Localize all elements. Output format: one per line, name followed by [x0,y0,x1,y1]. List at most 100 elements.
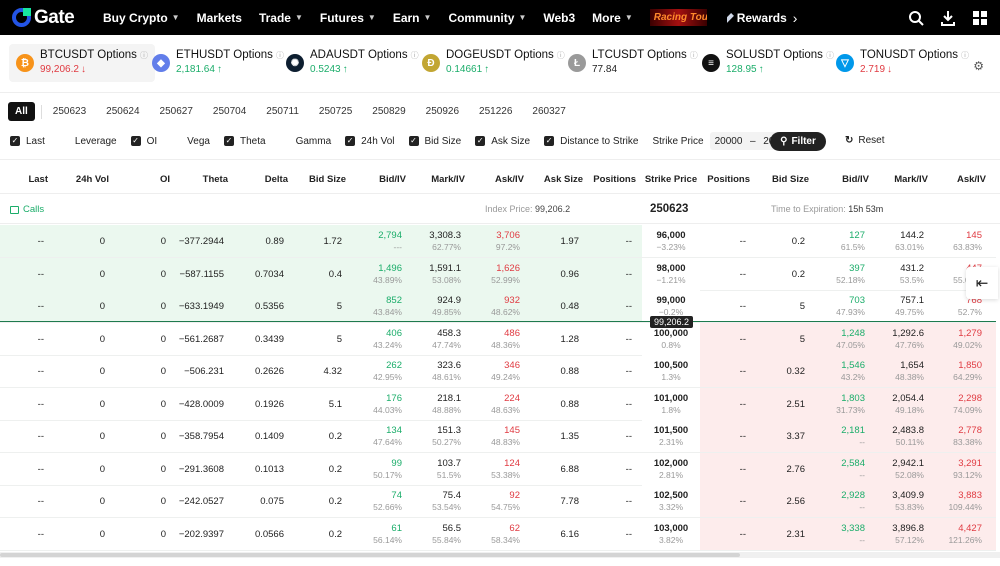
date-tab-250926[interactable]: 250926 [419,102,466,121]
put-bid[interactable]: 1,803 [841,393,865,404]
filter-24h-vol[interactable]: ✓ 24h Vol [345,136,395,147]
date-tab-250829[interactable]: 250829 [365,102,412,121]
filter-bid-size[interactable]: ✓ Bid Size [408,136,461,147]
filter-vega[interactable]: Vega [171,136,210,147]
download-icon[interactable] [938,8,958,28]
call-ask[interactable]: 124 [504,458,520,469]
table-row[interactable]: -- 0 0 −242.0527 0.075 0.2 74 52.66% 75.4 53.54% 9… [0,485,996,518]
nav-link-markets[interactable]: Markets [197,11,242,25]
settings-gear-icon[interactable]: ⚙ [973,59,984,73]
put-ask[interactable]: 2,298 [958,393,982,404]
collapse-panel-icon[interactable]: ⇤ [966,267,998,299]
checkbox-checked-icon[interactable]: ✓ [408,136,419,146]
put-bid[interactable]: 2,584 [841,458,865,469]
filter-theta[interactable]: ✓ Theta [223,136,266,147]
put-ask[interactable]: 1,850 [958,360,982,371]
nav-link-more[interactable]: More ▼ [592,11,633,25]
call-ask[interactable]: 3,706 [496,230,520,241]
table-row[interactable]: -- 0 0 −377.2944 0.89 1.72 2,794 --- 3,308.3 62.7… [0,225,996,258]
put-ask[interactable]: 3,883 [958,490,982,501]
call-ask[interactable]: 486 [504,328,520,339]
nav-link-trade[interactable]: Trade ▼ [259,11,303,25]
gate-logo[interactable]: Gate [12,7,94,28]
checkbox-checked-icon[interactable]: ✓ [544,136,555,146]
asset-tab-sol[interactable]: ≡ SOLUSDT Options ⓘ 128.95 ↑ [695,44,841,82]
put-bid[interactable]: 1,248 [841,328,865,339]
asset-tab-ltc[interactable]: Ł LTCUSDT Options ⓘ 77.84 [561,44,705,82]
call-bid[interactable]: 852 [386,295,402,306]
put-ask[interactable]: 3,291 [958,458,982,469]
put-bid[interactable]: 703 [849,295,865,306]
date-tab-260327[interactable]: 260327 [525,102,572,121]
filter-oi[interactable]: ✓ OI [130,136,157,147]
checkbox-checked-icon[interactable]: ✓ [345,136,356,146]
put-bid[interactable]: 397 [849,263,865,274]
date-tab-all[interactable]: All [8,102,35,121]
checkbox-unchecked-icon[interactable] [279,136,290,146]
checkbox-unchecked-icon[interactable] [58,136,69,146]
call-bid[interactable]: 2,794 [378,230,402,241]
call-bid[interactable]: 99 [391,458,402,469]
reset-button[interactable]: ↻ Reset [845,135,885,146]
filter-distance-to-strike[interactable]: ✓ Distance to Strike [544,136,638,147]
put-ask[interactable]: 2,778 [958,425,982,436]
date-tab-250624[interactable]: 250624 [99,102,146,121]
checkbox-checked-icon[interactable]: ✓ [475,136,486,146]
put-bid[interactable]: 2,181 [841,425,865,436]
put-ask[interactable]: 145 [966,230,982,241]
nav-link-futures[interactable]: Futures ▼ [320,11,376,25]
checkbox-checked-icon[interactable]: ✓ [10,136,20,146]
date-tab-250623[interactable]: 250623 [46,102,93,121]
put-bid[interactable]: 2,928 [841,490,865,501]
call-bid[interactable]: 406 [386,328,402,339]
nav-link-earn[interactable]: Earn ▼ [393,11,432,25]
asset-tab-doge[interactable]: Ð DOGEUSDT Options ⓘ 0.14661 ↑ [415,44,572,82]
checkbox-unchecked-icon[interactable] [171,136,182,146]
table-row[interactable]: -- 0 0 −506.231 0.2626 4.32 262 42.95% 323.6 48.6… [0,355,996,388]
call-ask[interactable]: 145 [504,425,520,436]
date-tab-250627[interactable]: 250627 [153,102,200,121]
put-bid[interactable]: 3,338 [841,523,865,534]
table-row[interactable]: -- 0 0 −358.7954 0.1409 0.2 134 47.64% 151.3 50.2… [0,420,996,453]
filter-button[interactable]: ⚲ Filter [770,132,826,151]
call-ask[interactable]: 224 [504,393,520,404]
put-ask[interactable]: 4,427 [958,523,982,534]
horizontal-scrollbar[interactable] [0,552,1000,558]
filter-last[interactable]: ✓ Last [10,136,45,147]
table-row[interactable]: -- 0 0 −291.3608 0.1013 0.2 99 50.17% 103.7 51.5%… [0,452,996,486]
put-ask[interactable]: 1,279 [958,328,982,339]
call-bid[interactable]: 262 [386,360,402,371]
call-bid[interactable]: 61 [391,523,402,534]
call-ask[interactable]: 932 [504,295,520,306]
filter-ask-size[interactable]: ✓ Ask Size [475,136,530,147]
checkbox-checked-icon[interactable]: ✓ [130,136,141,146]
asset-tab-btc[interactable]: ₿ BTCUSDT Options ⓘ 99,206.2 ↓ [9,44,155,82]
table-row[interactable]: -- 0 0 −428.0009 0.1926 5.1 176 44.03% 218.1 48.8… [0,387,996,421]
call-bid[interactable]: 134 [386,425,402,436]
call-bid[interactable]: 74 [391,490,402,501]
table-row[interactable]: -- 0 0 −561.2687 0.3439 5 406 43.24% 458.3 47.74%… [0,322,996,356]
chevron-right-icon[interactable]: › [793,10,798,26]
asset-tab-eth[interactable]: ◆ ETHUSDT Options ⓘ 2,181.64 ↑ [145,44,291,82]
put-bid[interactable]: 1,546 [841,360,865,371]
date-tab-250711[interactable]: 250711 [259,102,306,121]
put-bid[interactable]: 127 [849,230,865,241]
nav-link-web3[interactable]: Web3 [543,11,575,25]
table-row[interactable]: -- 0 0 −587.1155 0.7034 0.4 1,496 43.89% 1,591.1… [0,257,996,291]
strike-min-input[interactable]: 20000 [715,136,743,147]
nav-link-community[interactable]: Community ▼ [448,11,526,25]
scrollbar-thumb[interactable] [0,553,740,557]
date-tab-250725[interactable]: 250725 [312,102,359,121]
rewards-link[interactable]: Rewards [726,11,787,25]
table-row[interactable]: -- 0 0 −633.1949 0.5356 5 852 43.84% 924.9 49.85%… [0,290,996,323]
date-tab-250704[interactable]: 250704 [206,102,253,121]
nav-link-buy-crypto[interactable]: Buy Crypto ▼ [103,11,180,25]
call-ask[interactable]: 1,626 [496,263,520,274]
asset-tab-ton[interactable]: ▽ TONUSDT Options ⓘ 2.719 ↓ [829,44,976,82]
call-ask[interactable]: 346 [504,360,520,371]
filter-leverage[interactable]: Leverage [58,136,117,147]
call-bid[interactable]: 176 [386,393,402,404]
racing-tour-banner[interactable]: Racing Tour 2025 [649,9,707,26]
table-row[interactable]: -- 0 0 −202.9397 0.0566 0.2 61 56.14% 56.5 55.84%… [0,517,996,551]
call-ask[interactable]: 92 [509,490,520,501]
